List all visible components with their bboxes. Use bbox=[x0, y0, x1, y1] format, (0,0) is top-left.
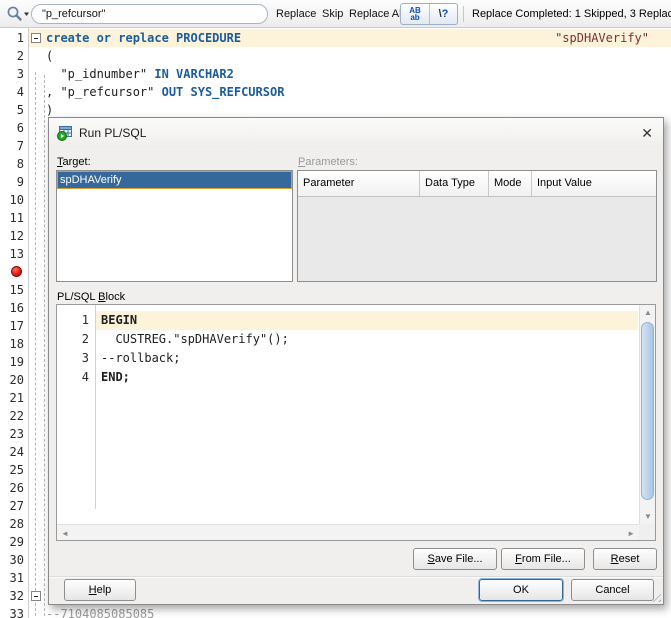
line-number: 15 bbox=[9, 283, 24, 297]
plsql-current-line-highlight bbox=[96, 311, 638, 330]
line-number: 19 bbox=[9, 355, 24, 369]
regex-escape-icon[interactable]: \? bbox=[429, 4, 457, 24]
line-number: 22 bbox=[9, 409, 24, 423]
parameters-column-header[interactable]: Input Value bbox=[532, 171, 656, 196]
match-case-icon[interactable]: AB ab bbox=[401, 4, 429, 24]
line-number: 12 bbox=[9, 229, 24, 243]
line-number: 25 bbox=[9, 463, 24, 477]
plsql-code-line: END; bbox=[101, 370, 130, 384]
cancel-button[interactable]: Cancel bbox=[571, 579, 654, 601]
line-number: 21 bbox=[9, 391, 24, 405]
scrollbar-corner bbox=[639, 524, 655, 540]
line-number: 16 bbox=[9, 301, 24, 315]
skip-button[interactable]: Skip bbox=[322, 8, 343, 20]
horizontal-scrollbar[interactable]: ◄ ► bbox=[57, 524, 639, 540]
line-number: 18 bbox=[9, 337, 24, 351]
line-number: 17 bbox=[9, 319, 24, 333]
fold-collapse-icon[interactable] bbox=[31, 591, 41, 601]
procedure-name-text: "spDHAVerify" bbox=[555, 31, 649, 45]
line-number: 27 bbox=[9, 499, 24, 513]
help-button[interactable]: Help bbox=[64, 579, 136, 601]
plsql-line-number: 4 bbox=[81, 370, 89, 384]
code-line-33: --7104085085085 bbox=[46, 607, 155, 618]
ok-button[interactable]: OK bbox=[478, 578, 564, 602]
search-replace-toolbar: "p_refcursor" Replace Skip Replace All A… bbox=[0, 0, 671, 28]
sql-developer-window: "p_refcursor" Replace Skip Replace All A… bbox=[0, 0, 671, 618]
search-icon[interactable] bbox=[5, 4, 31, 24]
line-number: 10 bbox=[9, 193, 24, 207]
indent-guide-line bbox=[44, 75, 45, 618]
parameters-table[interactable]: Parameter Data Type Mode Input Value bbox=[297, 170, 657, 282]
code-line-2: ( bbox=[46, 49, 54, 63]
match-case-bottom-text: ab bbox=[410, 13, 420, 22]
parameters-column-header[interactable]: Data Type bbox=[420, 171, 489, 196]
button-row-separator bbox=[49, 576, 663, 578]
line-number: 26 bbox=[9, 481, 24, 495]
plsql-code-line: CUSTREG."spDHAVerify"(); bbox=[101, 332, 289, 346]
line-number: 8 bbox=[16, 157, 24, 171]
plsql-gutter-separator bbox=[95, 305, 96, 509]
scroll-up-icon[interactable]: ▲ bbox=[644, 308, 652, 317]
line-number: 23 bbox=[9, 427, 24, 441]
line-number: 31 bbox=[9, 571, 24, 585]
replace-button[interactable]: Replace bbox=[276, 8, 316, 20]
line-number: 7 bbox=[16, 139, 24, 153]
line-number: 24 bbox=[9, 445, 24, 459]
scroll-down-icon[interactable]: ▼ bbox=[644, 512, 652, 521]
parameters-label: Parameters: bbox=[298, 156, 358, 168]
run-plsql-icon bbox=[57, 125, 73, 141]
fold-collapse-icon[interactable] bbox=[31, 33, 41, 43]
plsql-code-line: BEGIN bbox=[101, 313, 138, 327]
plsql-line-number: 2 bbox=[81, 332, 89, 346]
line-number: 13 bbox=[9, 247, 24, 261]
replace-all-button[interactable]: Replace All bbox=[349, 8, 404, 20]
parameters-column-header[interactable]: Parameter bbox=[298, 171, 420, 196]
line-number: 1 bbox=[16, 31, 24, 45]
plsql-code-line: --rollback; bbox=[101, 351, 181, 365]
code-line-3: "p_idnumber" IN VARCHAR2 bbox=[46, 67, 234, 81]
dialog-title: Run PL/SQL bbox=[79, 126, 147, 140]
target-list-item[interactable]: spDHAVerify bbox=[57, 171, 292, 189]
save-file-button[interactable]: Save File... bbox=[413, 548, 497, 570]
replace-status-text: Replace Completed: 1 Skipped, 3 Replaced bbox=[472, 8, 671, 20]
line-number: 3 bbox=[16, 67, 24, 81]
line-number: 4 bbox=[16, 85, 24, 99]
run-plsql-dialog: Run PL/SQL ✕ Target: spDHAVerify Paramet… bbox=[48, 117, 664, 605]
line-number: 32 bbox=[9, 589, 24, 603]
line-number: 9 bbox=[16, 175, 24, 189]
target-list[interactable]: spDHAVerify bbox=[56, 170, 293, 282]
from-file-button[interactable]: From File... bbox=[501, 548, 585, 570]
fold-guide-line bbox=[35, 72, 36, 618]
scroll-right-icon[interactable]: ► bbox=[627, 529, 635, 538]
code-line-4: , "p_refcursor" OUT SYS_REFCURSOR bbox=[46, 85, 285, 99]
code-line-1: create or replace PROCEDURE bbox=[46, 31, 242, 45]
plsql-line-number: 3 bbox=[81, 351, 89, 365]
parameters-table-header: Parameter Data Type Mode Input Value bbox=[298, 171, 656, 197]
line-number: 5 bbox=[16, 103, 24, 117]
line-number: 29 bbox=[9, 535, 24, 549]
line-number: 11 bbox=[9, 211, 24, 225]
parameters-column-header[interactable]: Mode bbox=[489, 171, 532, 196]
line-number: 30 bbox=[9, 553, 24, 567]
toolbar-separator bbox=[463, 6, 464, 22]
plsql-block-editor[interactable]: 1 BEGIN 2 CUSTREG."spDHAVerify"(); 3 --rollb… bbox=[56, 304, 656, 541]
gutter-separator bbox=[28, 28, 29, 618]
plsql-block-label: PL/SQL Block bbox=[57, 291, 126, 303]
reset-button[interactable]: Reset bbox=[593, 548, 657, 570]
plsql-line-number: 1 bbox=[81, 313, 89, 327]
line-number: 2 bbox=[16, 49, 24, 63]
vertical-scroll-thumb[interactable] bbox=[641, 322, 654, 500]
vertical-scrollbar[interactable]: ▲ ▼ bbox=[639, 305, 655, 524]
search-input[interactable]: "p_refcursor" bbox=[31, 4, 268, 24]
breakpoint-dot[interactable] bbox=[11, 266, 22, 277]
close-icon[interactable]: ✕ bbox=[641, 124, 653, 142]
line-number: 33 bbox=[9, 607, 24, 618]
line-number: 28 bbox=[9, 517, 24, 531]
target-label: Target: bbox=[57, 156, 91, 168]
dialog-titlebar[interactable]: Run PL/SQL ✕ bbox=[49, 118, 663, 148]
line-number: 6 bbox=[16, 121, 24, 135]
scroll-left-icon[interactable]: ◄ bbox=[61, 529, 69, 538]
line-number: 20 bbox=[9, 373, 24, 387]
search-options-group: AB ab \? bbox=[400, 3, 458, 25]
